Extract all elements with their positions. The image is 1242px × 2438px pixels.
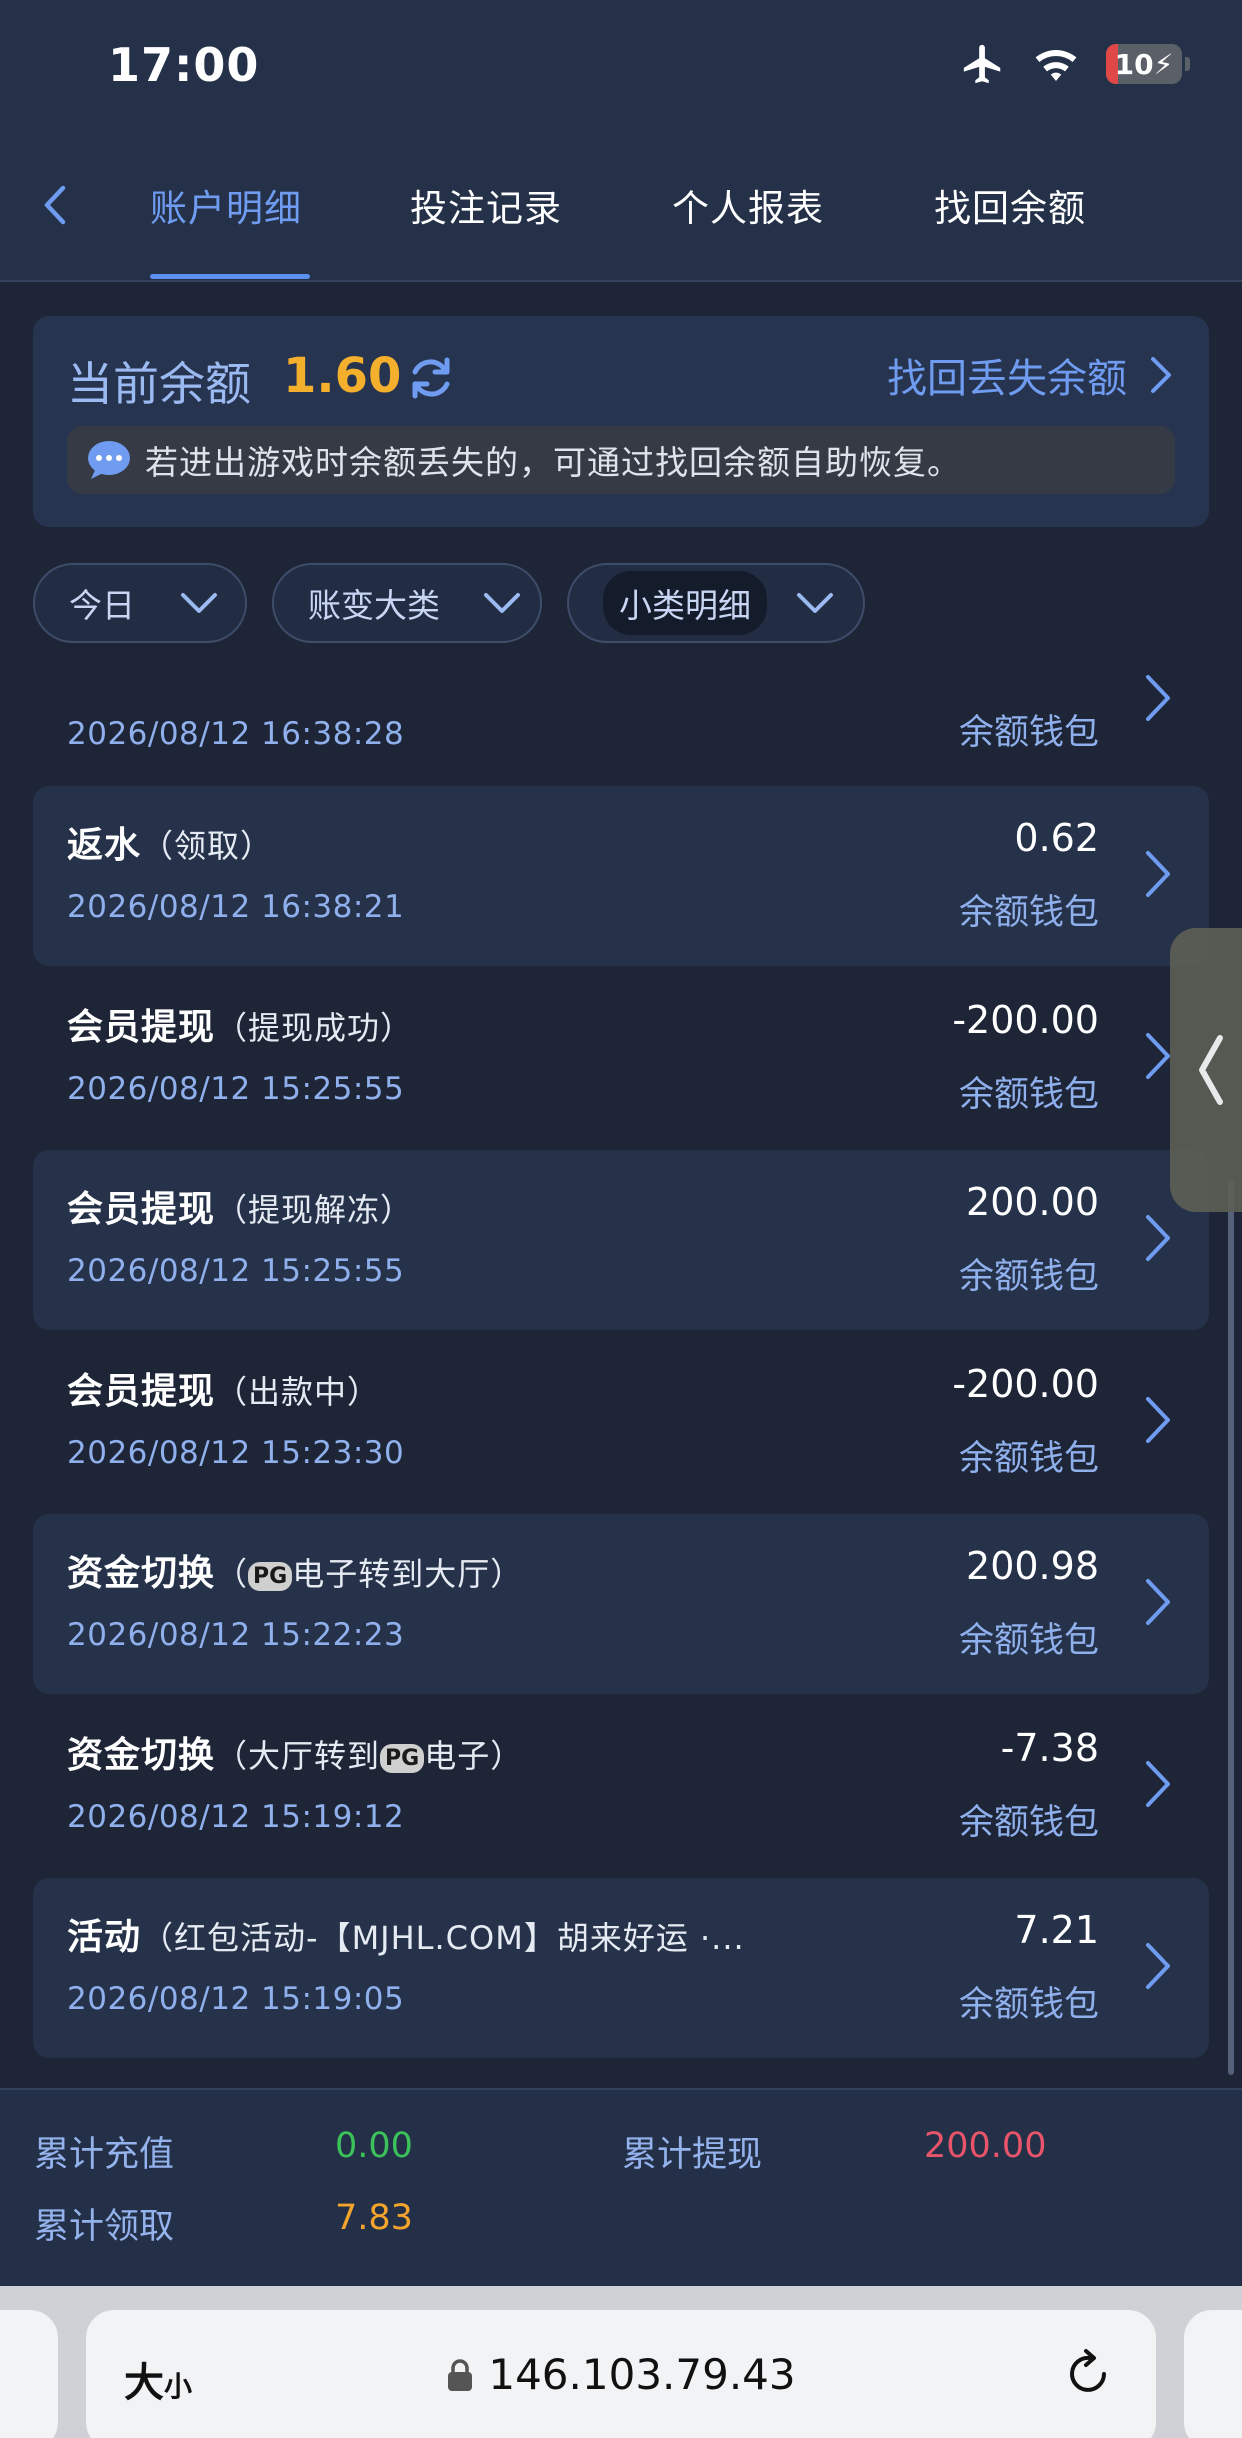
lock-icon [448,2359,473,2391]
record-amount: -200.00 [952,1362,1099,1406]
record-title: 活动（红包活动-【MJHL.COM】胡来好运 ·... [67,1917,745,1958]
floating-side-tab[interactable] [1170,928,1242,1212]
record-subtype: （领取） [141,827,274,865]
wifi-icon [1035,50,1077,81]
total-recharge-label: 累计充值 [34,2135,175,2175]
next-tab-card[interactable] [1184,2310,1242,2438]
recover-lost-balance-link[interactable]: 找回丢失余额 [887,346,1173,404]
status-icons: 10⚡ [960,40,1190,88]
chevron-left-icon [1199,1035,1223,1105]
record-row[interactable]: 会员提现（提现解冻） 2026/08/12 15:25:55 200.00 余额… [33,1150,1209,1330]
record-wallet: 余额钱包 [958,1075,1099,1115]
browser-toolbar: 大小 146.103.79.43 [0,2286,1242,2438]
record-date: 2026/08/12 15:19:12 [67,1799,405,1835]
total-claim-value: 7.83 [335,2198,413,2238]
record-subtype: （提现解冻） [215,1191,414,1229]
chevron-right-icon [1146,1943,1170,1989]
record-amount: 0.62 [1014,816,1099,860]
chevron-right-icon [1146,1033,1170,1079]
record-subtype: （出款中） [215,1373,381,1411]
tab-recover-balance[interactable]: 找回余额 [934,178,1086,232]
record-subtype: （提现成功） [215,1009,414,1047]
status-bar: 17:00 10⚡ [0,0,1242,130]
address-bar[interactable]: 大小 146.103.79.43 [86,2310,1156,2438]
record-wallet: 余额钱包 [958,1621,1099,1661]
record-title: 会员提现（提现解冻） [67,1189,414,1230]
balance-value: 1.60 [283,348,402,404]
total-claim-label: 累计领取 [34,2207,175,2247]
record-wallet: 余额钱包 [958,893,1099,933]
chat-bubble-icon [88,441,130,479]
app-screen: 17:00 10⚡ 账户明细 投注记录 个人报表 找回余额 当前余额 1.60 … [0,0,1242,2438]
tab-bet-records[interactable]: 投注记录 [410,178,562,232]
record-row[interactable]: 会员提现（提现成功） 2026/08/12 15:25:55 -200.00 余… [33,968,1209,1148]
record-amount: -7.38 [1000,1726,1099,1770]
battery-indicator: 10⚡ [1106,44,1190,84]
pg-logo-icon: PG [248,1561,293,1591]
record-amount: 200.98 [966,1544,1099,1588]
record-row[interactable]: 返水（领取） 2026/08/12 16:38:21 0.62 余额钱包 [33,786,1209,966]
back-button[interactable] [32,180,76,230]
record-subtype: （红包活动-【MJHL.COM】胡来好运 ·... [141,1919,745,1957]
record-title: 资金切换（ PG 电子转到大厅） [67,1553,524,1594]
record-title: 返水（领取） [67,825,274,866]
total-recharge-value: 0.00 [335,2126,413,2166]
record-title: 会员提现（出款中） [67,1371,381,1412]
chevron-right-icon [1146,1397,1170,1443]
summary-footer: 累计充值 0.00 累计提现 200.00 累计领取 7.83 [0,2088,1242,2286]
chevron-right-icon [1146,1215,1170,1261]
record-wallet: 余额钱包 [958,1439,1099,1479]
record-row[interactable]: 活动（红包活动-【MJHL.COM】胡来好运 ·... 2026/08/12 1… [33,1878,1209,2058]
record-row[interactable]: 会员提现（出款中） 2026/08/12 15:23:30 -200.00 余额… [33,1332,1209,1512]
record-date: 2026/08/12 16:38:28 [67,716,405,752]
record-wallet: 余额钱包 [958,1257,1099,1297]
tab-account-details[interactable]: 账户明细 [150,178,302,232]
refresh-icon[interactable] [405,352,457,404]
notice-bar: 若进出游戏时余额丢失的，可通过找回余额自助恢复。 [67,426,1175,494]
battery-cap [1185,57,1190,71]
record-row[interactable]: 2026/08/12 16:38:28 余额钱包 [33,606,1209,786]
record-date: 2026/08/12 15:22:23 [67,1617,405,1653]
tab-header: 账户明细 投注记录 个人报表 找回余额 [0,130,1242,282]
active-tab-indicator [150,274,310,279]
chevron-right-icon [1146,1761,1170,1807]
record-date: 2026/08/12 15:25:55 [67,1071,405,1107]
record-date: 2026/08/12 15:25:55 [67,1253,405,1289]
record-subtype: （大厅转到 PG 电子） [215,1737,524,1775]
recover-link-label: 找回丢失余额 [887,356,1127,402]
notice-text: 若进出游戏时余额丢失的，可通过找回余额自助恢复。 [145,443,961,482]
record-amount: 200.00 [966,1180,1099,1224]
status-time: 17:00 [108,38,260,92]
chevron-right-icon [1146,851,1170,897]
previous-tab-card[interactable] [0,2310,58,2438]
record-amount: 7.21 [1014,1908,1099,1952]
tab-personal-report[interactable]: 个人报表 [672,178,824,232]
record-wallet: 余额钱包 [958,1803,1099,1843]
record-row[interactable]: 资金切换（大厅转到 PG 电子） 2026/08/12 15:19:12 -7.38… [33,1696,1209,1876]
pg-logo-icon: PG [380,1743,425,1773]
airplane-icon [963,44,1001,84]
total-withdraw-value: 200.00 [924,2126,1047,2166]
record-row[interactable]: 资金切换（ PG 电子转到大厅） 2026/08/12 15:22:23 200.9… [33,1514,1209,1694]
battery-percent: 10⚡ [1114,47,1174,81]
balance-label: 当前余额 [67,357,251,411]
url-display: 146.103.79.43 [86,2350,1156,2399]
record-date: 2026/08/12 15:19:05 [67,1981,405,2017]
total-withdraw-label: 累计提现 [622,2135,763,2175]
record-subtype: （PG 电子转到大厅） [215,1555,524,1593]
list-scrollbar[interactable] [1228,1180,1234,2075]
chevron-right-icon [1146,1579,1170,1625]
record-title: 资金切换（大厅转到 PG 电子） [67,1735,524,1776]
chevron-right-icon [1151,357,1171,393]
chevron-left-icon [44,185,66,225]
record-date: 2026/08/12 15:23:30 [67,1435,405,1471]
balance-card: 当前余额 1.60 找回丢失余额 若进出游戏时余额丢失的，可通过找回余额自助恢复… [33,316,1209,527]
record-wallet: 余额钱包 [958,1985,1099,2025]
reload-icon[interactable] [1060,2346,1116,2402]
chevron-right-icon [1146,675,1170,721]
record-title: 会员提现（提现成功） [67,1007,414,1048]
record-wallet: 余额钱包 [958,713,1099,753]
record-amount: -200.00 [952,998,1099,1042]
record-date: 2026/08/12 16:38:21 [67,889,405,925]
